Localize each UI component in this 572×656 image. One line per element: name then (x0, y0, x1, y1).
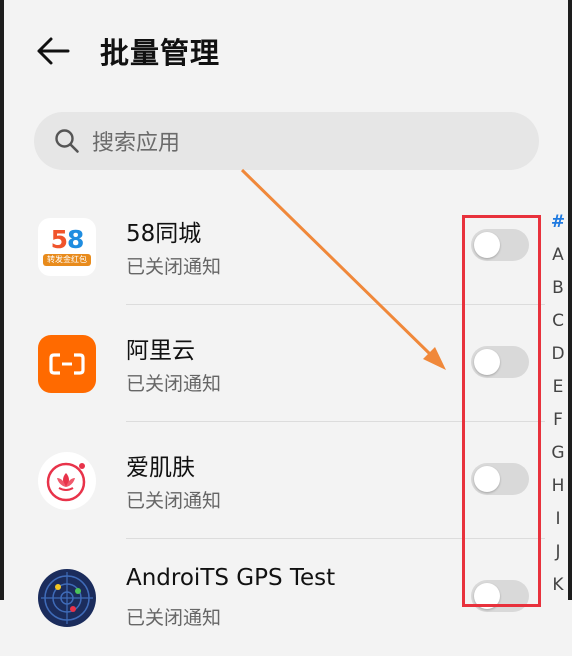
notification-status: 已关闭通知 (126, 490, 222, 512)
index-letter-c[interactable]: C (549, 311, 567, 331)
page-title: 批量管理 (100, 36, 221, 70)
index-letter-g[interactable]: G (549, 443, 567, 463)
notification-status: 已关闭通知 (126, 256, 222, 278)
58-tongcheng-logo-icon: 58 转发金红包 (38, 218, 96, 276)
aijifu-lotus-logo-icon (38, 452, 96, 510)
batch-manage-page: 批量管理 搜索应用 58 转发金红包 58同城 已关闭通知 阿里云 已关闭通知 … (0, 0, 572, 629)
gps-radar-logo-icon (38, 569, 96, 627)
search-icon (54, 128, 80, 154)
toggle-knob (474, 583, 500, 609)
notification-toggle-aliyun[interactable] (471, 346, 529, 378)
screen-edge (0, 0, 4, 600)
index-letter-i[interactable]: I (549, 509, 567, 529)
58-icon-tag: 转发金红包 (43, 254, 91, 266)
index-letter-f[interactable]: F (549, 410, 567, 430)
notification-toggle-aijifu[interactable] (471, 463, 529, 495)
toggle-knob (474, 232, 500, 258)
app-name: 58同城 (126, 221, 202, 247)
index-letter-h[interactable]: H (549, 476, 567, 496)
notification-toggle-58tongcheng[interactable] (471, 229, 529, 261)
index-letter-b[interactable]: B (549, 278, 567, 298)
app-name: AndroiTS GPS Test (126, 565, 336, 591)
search-input[interactable]: 搜索应用 (92, 125, 180, 157)
index-letter-d[interactable]: D (549, 344, 567, 364)
notification-status: 已关闭通知 (126, 373, 222, 395)
notification-toggle-androits-gps-test[interactable] (471, 580, 529, 612)
toggle-knob (474, 466, 500, 492)
app-row-aijifu[interactable]: 爱肌肤 已关闭通知 (0, 422, 545, 539)
app-name: 爱肌肤 (126, 455, 195, 481)
search-bar[interactable]: 搜索应用 (34, 112, 539, 170)
back-button[interactable] (30, 28, 76, 74)
arrow-left-icon (37, 37, 70, 65)
index-letter-hash[interactable]: # (549, 212, 567, 232)
index-letter-a[interactable]: A (549, 245, 567, 265)
index-letter-j[interactable]: J (549, 542, 567, 562)
header: 批量管理 (0, 0, 572, 100)
aliyun-logo-icon (38, 335, 96, 393)
notification-status: 已关闭通知 (126, 607, 222, 629)
index-letter-k[interactable]: K (549, 575, 567, 595)
app-row-androits-gps-test[interactable]: AndroiTS GPS Test 已关闭通知 (0, 539, 545, 656)
index-letter-e[interactable]: E (549, 377, 567, 397)
app-row-aliyun[interactable]: 阿里云 已关闭通知 (0, 305, 545, 422)
app-name: 阿里云 (126, 338, 195, 364)
app-row-58tongcheng[interactable]: 58 转发金红包 58同城 已关闭通知 (0, 188, 545, 305)
screen-edge (568, 0, 572, 600)
toggle-knob (474, 349, 500, 375)
